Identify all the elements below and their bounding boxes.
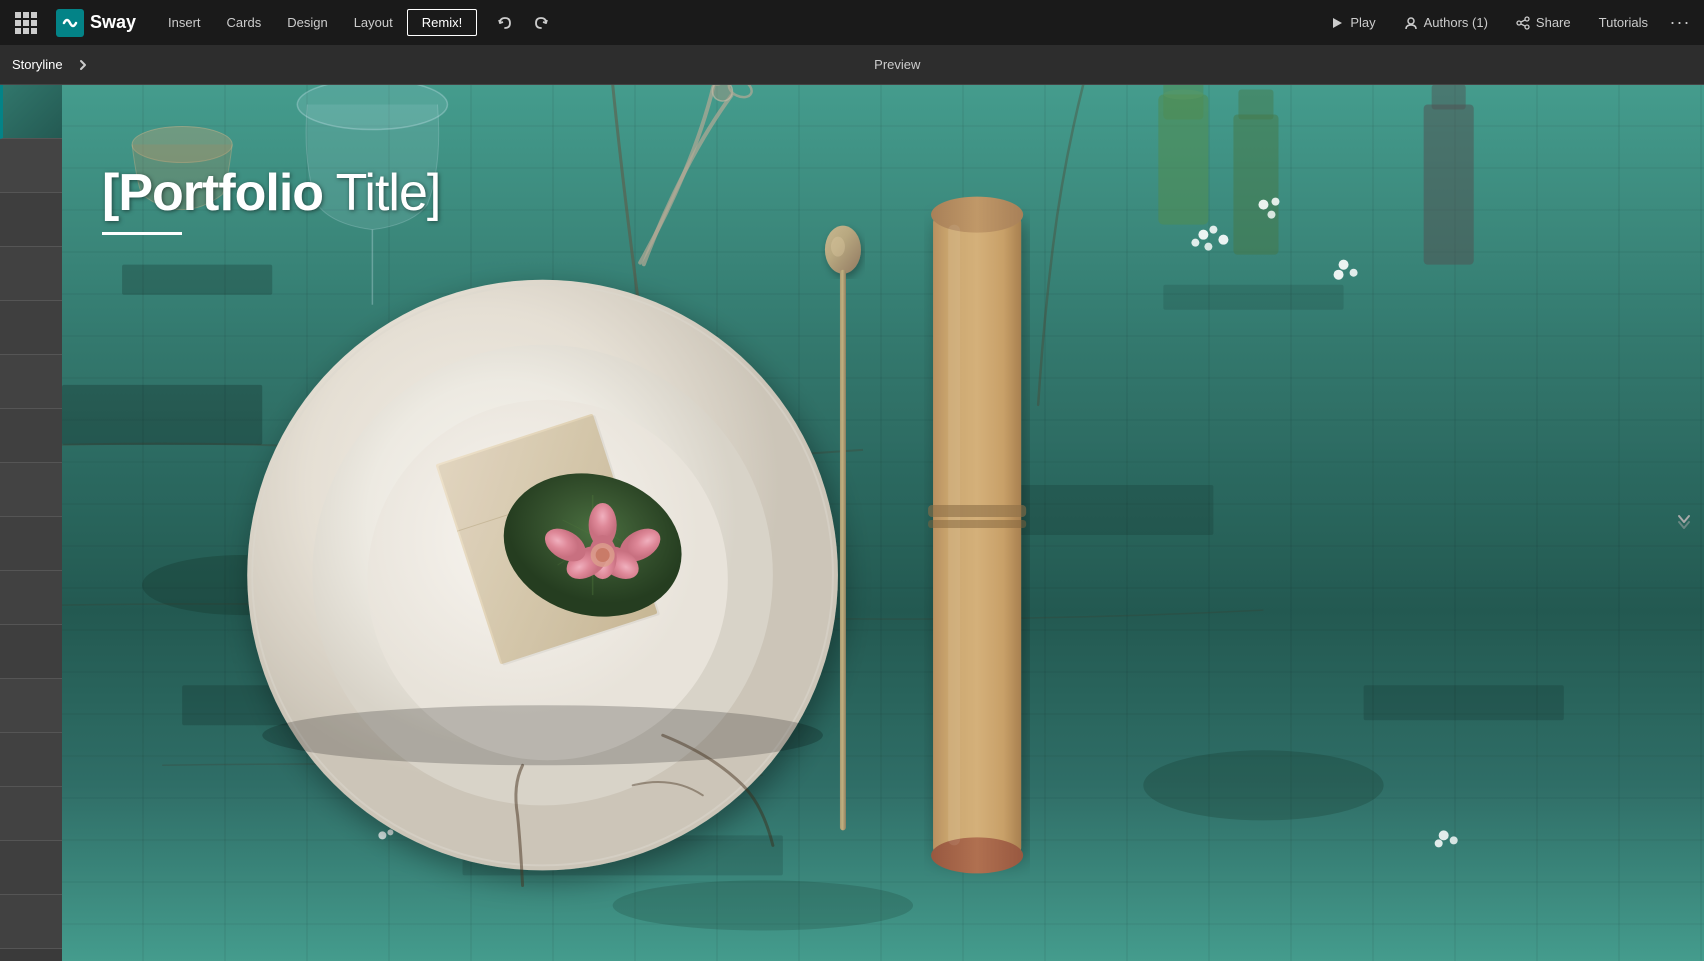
- scroll-down-indicator[interactable]: [1676, 508, 1692, 538]
- slide-thumbnail-15[interactable]: [0, 841, 62, 895]
- slide-thumbnail-2[interactable]: [0, 139, 62, 193]
- storyline-label: Storyline: [12, 57, 63, 72]
- slide-thumbnail-14[interactable]: [0, 787, 62, 841]
- tutorials-button[interactable]: Tutorials: [1587, 10, 1660, 35]
- slide-thumbnail-8[interactable]: [0, 463, 62, 517]
- nav-menu: Insert Cards Design Layout Remix!: [156, 9, 477, 36]
- portfolio-title-bold: [Portfolio: [102, 164, 323, 222]
- hero-image: [Portfolio Title]: [62, 85, 1704, 961]
- chevron-down-icon: [1676, 508, 1692, 532]
- slide-thumbnail-13[interactable]: [0, 733, 62, 787]
- authors-button[interactable]: Authors (1): [1392, 10, 1500, 35]
- slide-thumbnail-1[interactable]: [0, 85, 62, 139]
- slide-thumbnail-6[interactable]: [0, 355, 62, 409]
- more-icon: ···: [1670, 12, 1691, 33]
- navbar-right: Play Authors (1) Share Tutorials ···: [1318, 7, 1696, 39]
- undo-icon: [497, 15, 513, 31]
- slide-thumbnail-5[interactable]: [0, 301, 62, 355]
- sway-icon: [61, 14, 79, 32]
- sidebar-thumbnails: [0, 85, 62, 961]
- undo-button[interactable]: [489, 7, 521, 39]
- play-button[interactable]: Play: [1318, 10, 1387, 35]
- title-underline: [102, 232, 182, 235]
- cards-menu-item[interactable]: Cards: [215, 9, 274, 36]
- authors-icon: [1404, 16, 1418, 30]
- apps-grid-icon: [15, 12, 37, 34]
- chevron-right-icon: [77, 59, 89, 71]
- undo-redo-group: [489, 7, 557, 39]
- slide-thumbnail-4[interactable]: [0, 247, 62, 301]
- navbar: Sway Insert Cards Design Layout Remix!: [0, 0, 1704, 45]
- apps-button[interactable]: [8, 5, 44, 41]
- preview-label: Preview: [874, 57, 920, 72]
- slide-thumbnail-12[interactable]: [0, 679, 62, 733]
- redo-icon: [533, 15, 549, 31]
- slide-thumbnail-9[interactable]: [0, 517, 62, 571]
- slide-thumbnail-16[interactable]: [0, 895, 62, 949]
- layout-menu-item[interactable]: Layout: [342, 9, 405, 36]
- design-menu-item[interactable]: Design: [275, 9, 339, 36]
- navbar-left: Sway Insert Cards Design Layout Remix!: [8, 5, 557, 41]
- portfolio-title-light: Title]: [336, 164, 441, 222]
- redo-button[interactable]: [525, 7, 557, 39]
- more-button[interactable]: ···: [1664, 7, 1696, 39]
- canvas-area[interactable]: [Portfolio Title]: [62, 85, 1704, 961]
- slide-thumbnail-7[interactable]: [0, 409, 62, 463]
- sway-logo-text: Sway: [90, 12, 136, 33]
- storyline-bar: Storyline Preview: [0, 45, 1704, 85]
- share-icon: [1516, 16, 1530, 30]
- slide-thumbnail-3[interactable]: [0, 193, 62, 247]
- portfolio-title: [Portfolio Title]: [102, 165, 440, 222]
- storyline-chevron-button[interactable]: [71, 53, 95, 77]
- title-overlay: [Portfolio Title]: [102, 165, 440, 235]
- slide-thumbnail-10[interactable]: [0, 571, 62, 625]
- main-area: [Portfolio Title]: [0, 85, 1704, 961]
- play-icon: [1330, 16, 1344, 30]
- insert-menu-item[interactable]: Insert: [156, 9, 213, 36]
- sway-logo[interactable]: Sway: [48, 9, 144, 37]
- sway-logo-icon: [56, 9, 84, 37]
- remix-button[interactable]: Remix!: [407, 9, 477, 36]
- share-button[interactable]: Share: [1504, 10, 1583, 35]
- slide-thumbnail-11[interactable]: [0, 625, 62, 679]
